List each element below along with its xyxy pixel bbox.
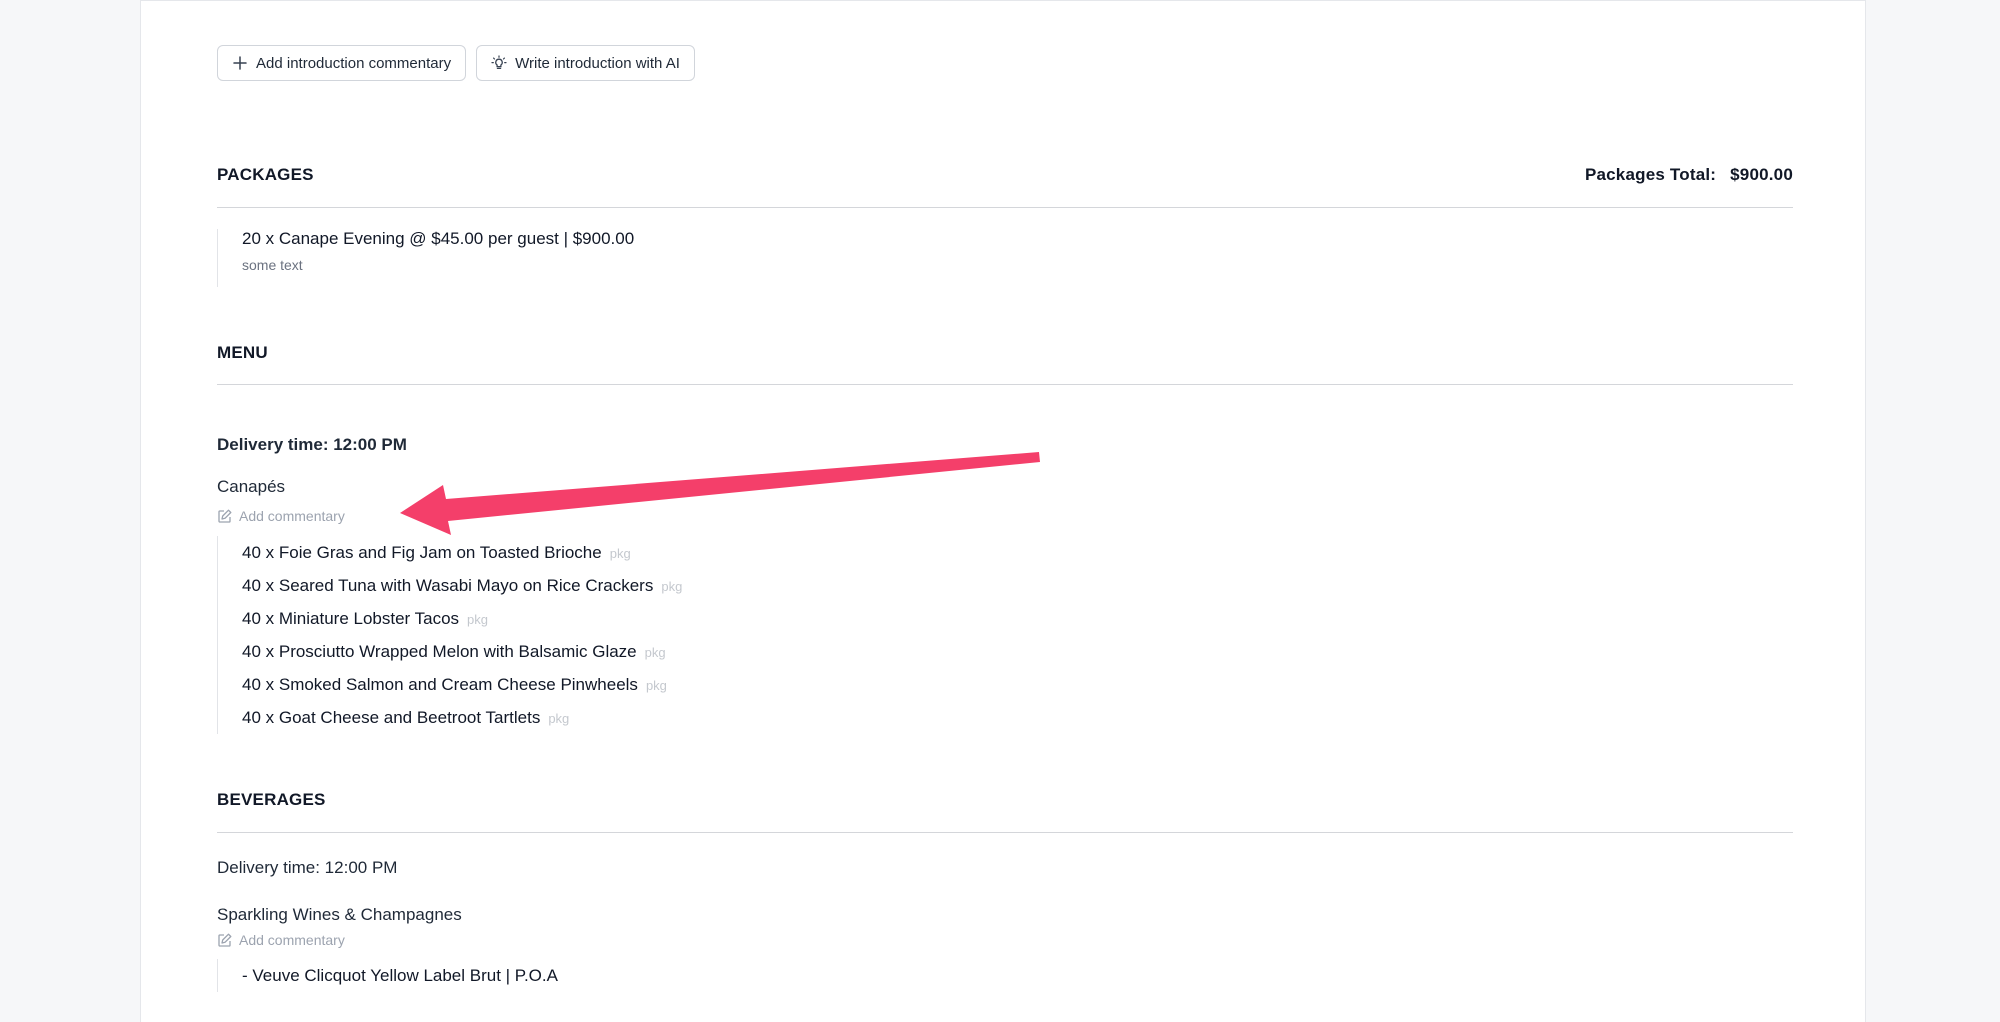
list-item: 40 x Foie Gras and Fig Jam on Toasted Br… <box>242 536 682 569</box>
packages-total: Packages Total: $900.00 <box>1585 165 1793 185</box>
menu-add-commentary-label: Add commentary <box>239 508 345 524</box>
packages-header: PACKAGES Packages Total: $900.00 <box>217 165 1793 185</box>
item-tag: pkg <box>661 579 683 594</box>
menu-header: MENU <box>217 343 1793 363</box>
item-text: 40 x Seared Tuna with Wasabi Mayo on Ric… <box>242 576 654 595</box>
edit-icon <box>218 933 232 947</box>
beverages-category-title: Sparkling Wines & Champagnes <box>217 905 462 924</box>
beverages-items-list: - Veuve Clicquot Yellow Label Brut | P.O… <box>217 959 558 992</box>
package-block: 20 x Canape Evening @ $45.00 per guest |… <box>217 229 634 287</box>
plus-icon <box>233 56 247 70</box>
list-item: 40 x Prosciutto Wrapped Melon with Balsa… <box>242 635 682 668</box>
proposal-page: Add introduction commentary Write introd… <box>140 0 1866 1022</box>
list-item: 40 x Miniature Lobster Tacos pkg <box>242 602 682 635</box>
add-introduction-commentary-button[interactable]: Add introduction commentary <box>217 45 467 81</box>
item-tag: pkg <box>609 546 631 561</box>
add-introduction-commentary-label: Add introduction commentary <box>256 54 452 72</box>
write-introduction-ai-button[interactable]: Write introduction with AI <box>476 45 695 81</box>
beverages-header: BEVERAGES <box>217 790 1793 810</box>
item-text: 40 x Smoked Salmon and Cream Cheese Pinw… <box>242 675 638 694</box>
lightbulb-icon <box>491 55 507 70</box>
item-text: 40 x Miniature Lobster Tacos <box>242 609 460 628</box>
menu-add-commentary[interactable]: Add commentary <box>217 508 345 524</box>
item-tag: pkg <box>548 711 570 726</box>
beverages-add-commentary-label: Add commentary <box>239 932 345 948</box>
package-line: 20 x Canape Evening @ $45.00 per guest |… <box>242 229 635 248</box>
packages-divider <box>217 207 1793 208</box>
edit-icon <box>218 509 232 523</box>
package-note: some text <box>242 257 303 273</box>
menu-items-list: 40 x Foie Gras and Fig Jam on Toasted Br… <box>217 536 682 734</box>
item-text: 40 x Foie Gras and Fig Jam on Toasted Br… <box>242 543 602 562</box>
menu-delivery-time: Delivery time: 12:00 PM <box>217 435 407 454</box>
beverages-add-commentary[interactable]: Add commentary <box>217 932 345 948</box>
write-introduction-ai-label: Write introduction with AI <box>515 54 680 72</box>
item-tag: pkg <box>645 678 667 693</box>
intro-toolbar: Add introduction commentary Write introd… <box>217 45 695 81</box>
beverages-delivery-time: Delivery time: 12:00 PM <box>217 858 398 877</box>
menu-category-title: Canapés <box>217 477 286 496</box>
list-item: - Veuve Clicquot Yellow Label Brut | P.O… <box>242 959 558 992</box>
menu-divider <box>217 384 1793 385</box>
packages-heading: PACKAGES <box>217 165 314 184</box>
packages-total-label: Packages Total: <box>1584 165 1717 184</box>
beverages-heading: BEVERAGES <box>217 790 326 809</box>
item-text: 40 x Goat Cheese and Beetroot Tartlets <box>242 708 541 727</box>
packages-total-value: $900.00 <box>1730 165 1793 184</box>
item-tag: pkg <box>467 612 488 627</box>
list-item: 40 x Seared Tuna with Wasabi Mayo on Ric… <box>242 569 682 602</box>
item-text: - Veuve Clicquot Yellow Label Brut | P.O… <box>242 966 558 985</box>
item-text: 40 x Prosciutto Wrapped Melon with Balsa… <box>242 642 637 661</box>
item-tag: pkg <box>644 645 666 660</box>
menu-heading: MENU <box>217 343 268 362</box>
list-item: 40 x Goat Cheese and Beetroot Tartlets pk… <box>242 701 682 734</box>
beverages-divider <box>217 832 1793 833</box>
list-item: 40 x Smoked Salmon and Cream Cheese Pinw… <box>242 668 682 701</box>
